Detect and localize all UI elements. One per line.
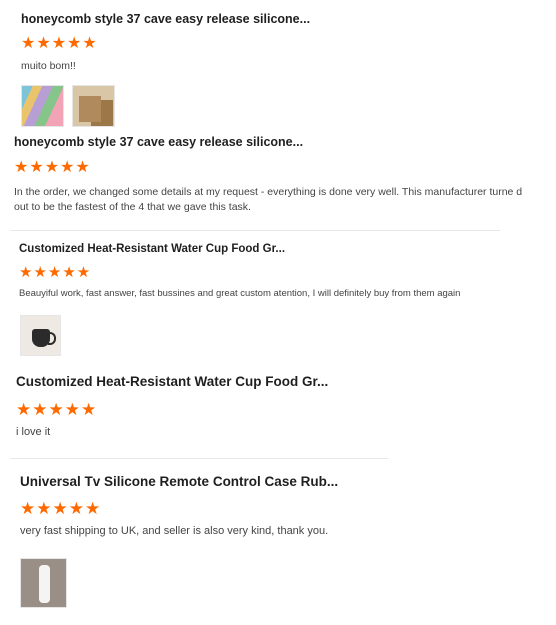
review-photo-thumbnail[interactable]	[20, 558, 67, 608]
review-text: In the order, we changed some details at…	[14, 186, 523, 213]
review-photo-thumbnail[interactable]	[21, 85, 64, 127]
review-text: very fast shipping to UK, and seller is …	[20, 525, 329, 537]
review-item: honeycomb style 37 cave easy release sil…	[21, 12, 541, 72]
review-item: Customized Heat-Resistant Water Cup Food…	[16, 374, 536, 438]
review-photos	[20, 315, 61, 356]
star-rating: ★★★★★	[21, 35, 98, 52]
product-title-link[interactable]: honeycomb style 37 cave easy release sil…	[21, 12, 541, 26]
review-photos	[20, 558, 67, 608]
product-title-link[interactable]: Customized Heat-Resistant Water Cup Food…	[19, 243, 539, 255]
product-title-link[interactable]: honeycomb style 37 cave easy release sil…	[14, 135, 539, 149]
star-rating: ★★★★★	[20, 499, 102, 518]
review-item: Customized Heat-Resistant Water Cup Food…	[19, 243, 539, 299]
star-rating: ★★★★★	[19, 264, 92, 281]
review-divider	[10, 230, 500, 231]
review-text: muito bom!!	[21, 60, 76, 72]
review-photos	[21, 85, 115, 127]
review-photo-thumbnail[interactable]	[72, 85, 115, 127]
star-rating: ★★★★★	[16, 400, 98, 419]
review-text: i love it	[16, 426, 51, 438]
review-photo-thumbnail[interactable]	[20, 315, 61, 356]
review-text: Beauyiful work, fast answer, fast bussin…	[19, 288, 461, 299]
review-item: Universal Tv Silicone Remote Control Cas…	[20, 474, 540, 537]
review-item: honeycomb style 37 cave easy release sil…	[14, 135, 539, 215]
product-title-link[interactable]: Universal Tv Silicone Remote Control Cas…	[20, 474, 540, 489]
review-divider	[10, 458, 388, 459]
product-title-link[interactable]: Customized Heat-Resistant Water Cup Food…	[16, 374, 536, 389]
star-rating: ★★★★★	[14, 159, 91, 176]
